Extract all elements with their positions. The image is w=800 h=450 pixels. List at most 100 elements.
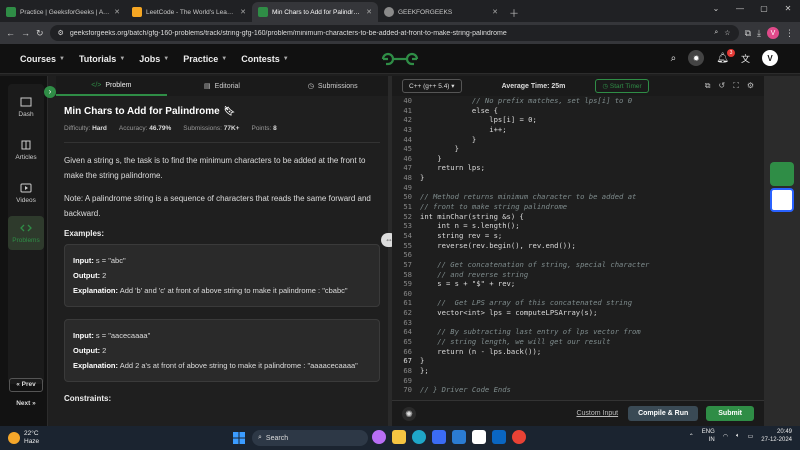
nav-practice[interactable]: Practice ▼: [183, 54, 227, 64]
store-icon[interactable]: [432, 430, 446, 444]
code-line[interactable]: 53 int n = s.length();: [392, 221, 764, 231]
language-select[interactable]: C++ (g++ 5.4) ▾: [402, 79, 462, 93]
code-line[interactable]: 41 else {: [392, 106, 764, 116]
feedback-widget-icon[interactable]: [770, 188, 794, 212]
close-tab-icon[interactable]: ✕: [240, 8, 246, 16]
compile-run-button[interactable]: Compile & Run: [628, 406, 699, 421]
new-tab-button[interactable]: ＋: [504, 2, 524, 22]
notion-icon[interactable]: [472, 430, 486, 444]
mail-icon[interactable]: [452, 430, 466, 444]
code-editor[interactable]: 40 // No prefix matches, set lps[i] to 0…: [392, 96, 764, 400]
search-icon[interactable]: ⌕: [671, 53, 677, 64]
code-line[interactable]: 67}: [392, 356, 764, 366]
code-line[interactable]: 54 string rev = s;: [392, 231, 764, 241]
minimize-icon[interactable]: —: [728, 0, 752, 18]
clock[interactable]: 20:49 27-12-2024: [761, 428, 792, 444]
code-line[interactable]: 40 // No prefix matches, set lps[i] to 0: [392, 96, 764, 106]
browser-tab-3[interactable]: Min Chars to Add for Palindrom ✕: [252, 2, 378, 22]
code-line[interactable]: 70 // } Driver Code Ends: [392, 385, 764, 395]
code-line[interactable]: 66 return (n - lps.back());: [392, 347, 764, 357]
nav-jobs[interactable]: Jobs ▼: [139, 54, 169, 64]
edge-icon[interactable]: [412, 430, 426, 444]
submit-button[interactable]: Submit: [706, 406, 754, 421]
tray-chevron-icon[interactable]: ⌃: [689, 433, 694, 440]
code-line[interactable]: 43 i++;: [392, 125, 764, 135]
code-line[interactable]: 59 s = s + "$" + rev;: [392, 279, 764, 289]
gfg-logo-icon[interactable]: [380, 52, 420, 66]
linkedin-icon[interactable]: [492, 430, 506, 444]
code-line[interactable]: 64 // By subtracting last entry of lps v…: [392, 327, 764, 337]
close-tab-icon[interactable]: ✕: [492, 8, 498, 16]
close-window-icon[interactable]: ✕: [776, 0, 800, 18]
maximize-icon[interactable]: ▢: [752, 0, 776, 18]
code-line[interactable]: 68};: [392, 366, 764, 376]
tab-submissions[interactable]: ◷ Submissions: [277, 76, 388, 96]
windows-start-icon[interactable]: [232, 431, 246, 445]
code-line[interactable]: 45 }: [392, 144, 764, 154]
bookmark-icon[interactable]: 🔖︎: [224, 106, 235, 117]
code-line[interactable]: 50 // Method returns minimum character to…: [392, 192, 764, 202]
nav-contests[interactable]: Contests ▼: [241, 54, 288, 64]
code-line[interactable]: 62 vector<int> lps = computeLPSArray(s);: [392, 308, 764, 318]
close-tab-icon[interactable]: ✕: [114, 8, 120, 16]
browser-tab-4[interactable]: GEEKFORGEEKS ✕: [378, 2, 504, 22]
code-line[interactable]: 46 }: [392, 154, 764, 164]
tab-problem[interactable]: </> Problem: [56, 76, 167, 96]
taskbar-search[interactable]: ⌕ Search: [252, 430, 368, 446]
volume-icon[interactable]: 🔈︎: [736, 433, 740, 440]
browser-tab-1[interactable]: Practice | GeeksforGeeks | A co ✕: [0, 2, 126, 22]
custom-input-link[interactable]: Custom Input: [576, 410, 618, 417]
weather-widget[interactable]: 22°C Haze: [8, 430, 39, 446]
back-arrow-icon[interactable]: ←: [6, 28, 15, 38]
start-timer-button[interactable]: ◷ Start Timer: [595, 79, 649, 93]
translate-icon[interactable]: 文: [741, 52, 750, 65]
menu-dots-icon[interactable]: ⋮: [785, 28, 794, 39]
site-info-icon[interactable]: ⚙: [58, 29, 64, 37]
reset-icon[interactable]: ↺: [719, 81, 726, 91]
bookmark-star-icon[interactable]: ☆: [724, 29, 730, 37]
browser-tab-2[interactable]: LeetCode - The World's Leading ✕: [126, 2, 252, 22]
code-line[interactable]: 69: [392, 376, 764, 386]
rail-item-problems[interactable]: Problems: [8, 216, 44, 250]
code-line[interactable]: 57 // Get concatenation of string, speci…: [392, 260, 764, 270]
nav-tutorials[interactable]: Tutorials ▼: [79, 54, 125, 64]
file-explorer-icon[interactable]: [392, 430, 406, 444]
code-line[interactable]: 65 // string length, we will get our res…: [392, 337, 764, 347]
profile-avatar[interactable]: V: [767, 27, 779, 39]
copilot-icon[interactable]: [372, 430, 386, 444]
code-line[interactable]: 51 // front to make string palindrome: [392, 202, 764, 212]
prev-button[interactable]: « Prev: [9, 378, 43, 392]
settings-gear-icon[interactable]: ⚙: [747, 81, 754, 91]
code-line[interactable]: 44 }: [392, 135, 764, 145]
user-avatar[interactable]: V: [762, 50, 778, 66]
url-field[interactable]: ⚙ geeksforgeeks.org/batch/gfg-160-proble…: [49, 25, 739, 41]
theme-toggle-icon[interactable]: ✹: [688, 50, 705, 66]
notification-bell-icon[interactable]: 🔔︎ 3: [716, 48, 735, 64]
close-tab-icon[interactable]: ✕: [366, 8, 372, 16]
reload-icon[interactable]: ↻: [36, 28, 44, 39]
chrome-icon[interactable]: [512, 430, 526, 444]
download-icon[interactable]: ⤓: [757, 28, 761, 39]
rail-item-dash[interactable]: Dash: [8, 96, 44, 118]
collapse-panel-toggle[interactable]: ›: [44, 86, 56, 98]
zoom-icon[interactable]: ⌕: [714, 29, 718, 37]
next-button[interactable]: Next »: [9, 398, 43, 412]
extensions-icon[interactable]: ⧉: [745, 28, 751, 39]
hint-bulb-icon[interactable]: ✺: [402, 406, 416, 421]
fullscreen-icon[interactable]: ⛶: [733, 81, 739, 91]
copy-icon[interactable]: ⧉: [705, 81, 711, 91]
code-line[interactable]: 60: [392, 289, 764, 299]
rail-item-videos[interactable]: Videos: [8, 182, 44, 204]
code-line[interactable]: 55 reverse(rev.begin(), rev.end());: [392, 241, 764, 251]
nav-courses[interactable]: Courses ▼: [20, 54, 65, 64]
code-line[interactable]: 61 // Get LPS array of this concatenated…: [392, 298, 764, 308]
code-line[interactable]: 49: [392, 183, 764, 193]
code-line[interactable]: 47 return lps;: [392, 163, 764, 173]
battery-icon[interactable]: ▭: [748, 433, 754, 440]
tab-search-icon[interactable]: ⌄: [704, 0, 728, 18]
rail-item-articles[interactable]: Articles: [8, 139, 44, 161]
tab-editorial[interactable]: ▤ Editorial: [167, 76, 278, 96]
code-line[interactable]: 56: [392, 250, 764, 260]
code-line[interactable]: 42 lps[i] = 0;: [392, 115, 764, 125]
wifi-icon[interactable]: ◠: [723, 433, 728, 440]
